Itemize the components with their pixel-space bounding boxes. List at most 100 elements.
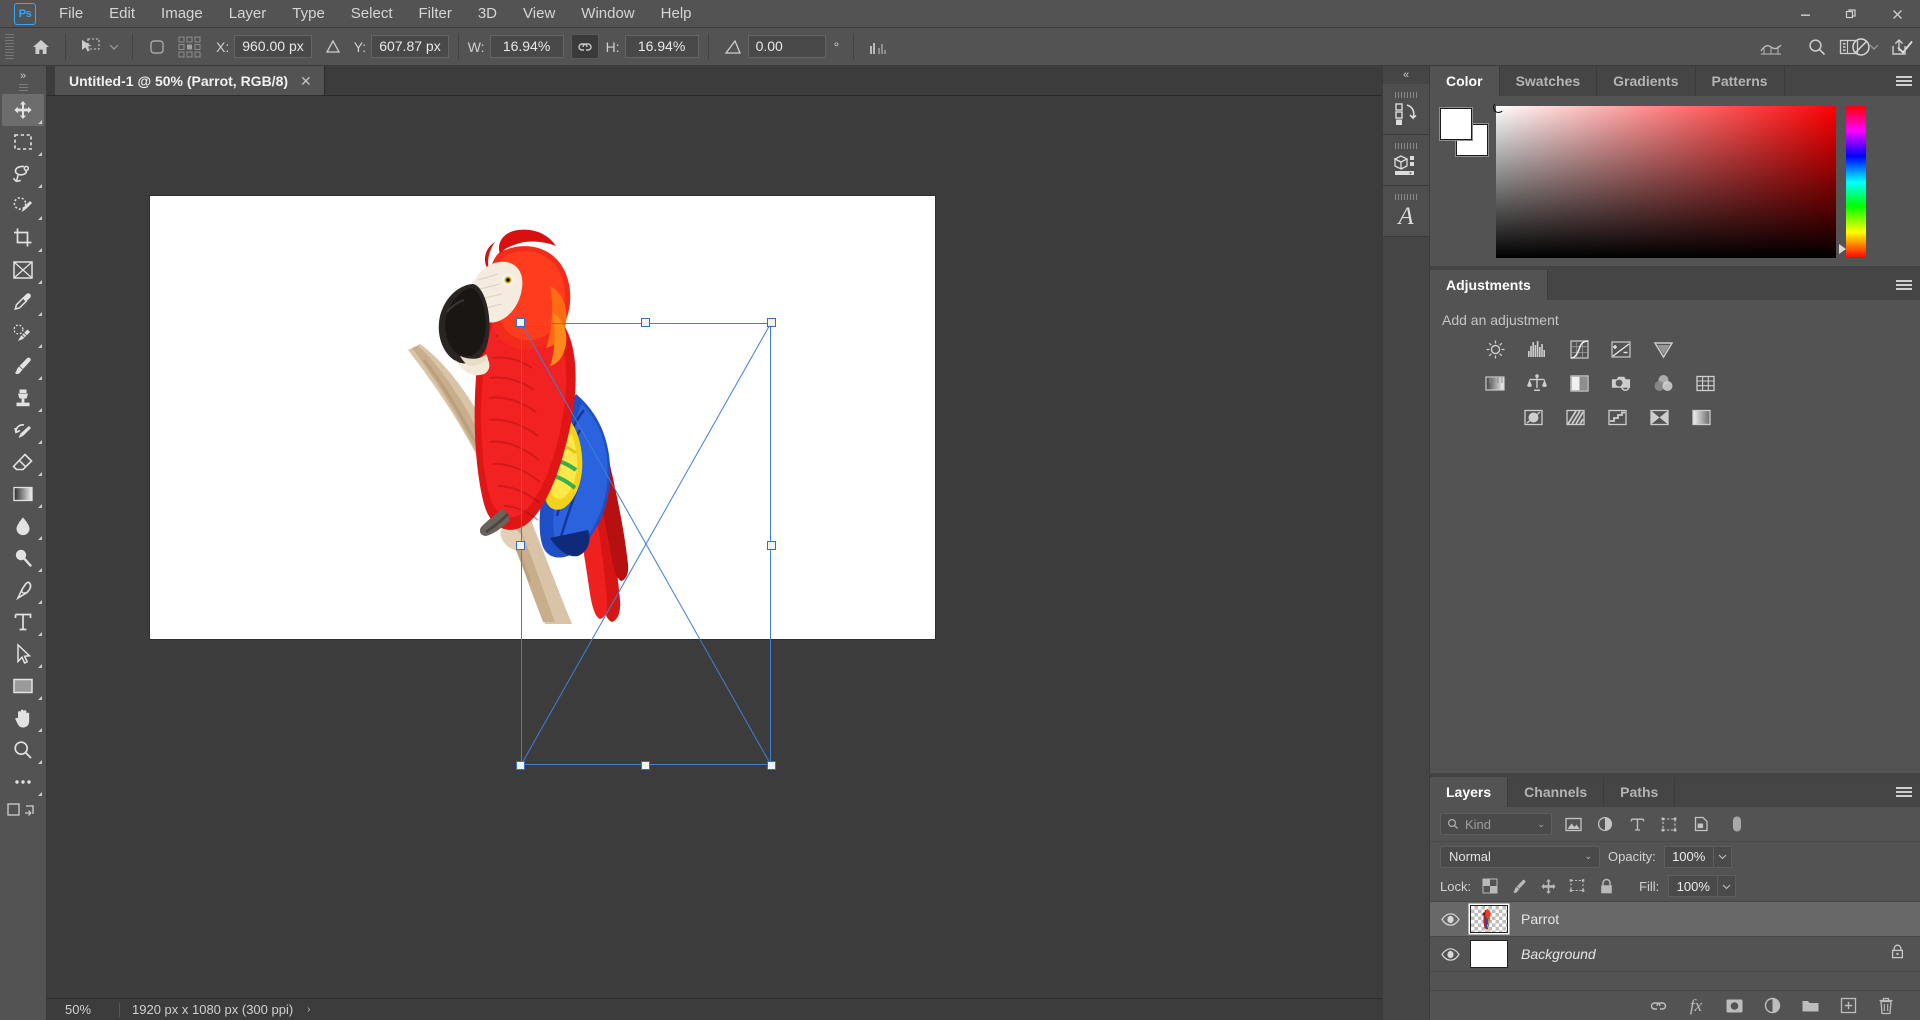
tab-layers[interactable]: Layers [1430,777,1508,807]
blur-tool[interactable] [2,510,44,542]
menu-help[interactable]: Help [648,1,705,26]
interpolation-icon[interactable] [863,33,893,61]
lock-transparent-pixels-icon[interactable] [1480,876,1500,896]
canvas-sheet[interactable] [150,196,935,639]
lock-artboard-nesting-icon[interactable] [1567,876,1587,896]
workspace-chevron-down-icon[interactable] [1866,33,1882,61]
canvas-viewport[interactable] [47,96,1382,998]
filter-shape-layers-icon[interactable] [1658,813,1680,835]
transform-handle-bottom-center[interactable] [641,761,650,770]
tab-patterns[interactable]: Patterns [1696,66,1785,96]
chevron-down-icon[interactable]: ⌄ [1584,851,1592,862]
brush-tool[interactable] [2,350,44,382]
options-bar-grip[interactable] [5,34,14,60]
layer-filter-kind-select[interactable]: Kind ⌄ [1440,813,1552,835]
posterize-icon[interactable] [1564,406,1586,428]
menu-window[interactable]: Window [568,1,647,26]
lock-all-icon[interactable] [1596,876,1616,896]
new-layer-icon[interactable] [1838,996,1858,1016]
home-icon[interactable] [26,33,56,61]
filter-type-layers-icon[interactable] [1626,813,1648,835]
transform-handle-middle-right[interactable] [767,541,776,550]
dodge-tool[interactable] [2,542,44,574]
tab-gradients[interactable]: Gradients [1597,66,1695,96]
layer-style-fx-icon[interactable]: fx [1686,996,1706,1016]
libraries-panel-icon[interactable] [1383,135,1429,186]
share-icon[interactable] [1884,33,1914,61]
hue-slider-knob[interactable] [1839,244,1846,254]
menu-3d[interactable]: 3D [465,1,510,26]
gradient-tool[interactable] [2,478,44,510]
chevron-down-icon[interactable]: ⌄ [1537,819,1545,830]
blend-mode-select[interactable]: Normal ⌄ [1440,846,1600,868]
panel-menu-icon[interactable] [1896,777,1912,807]
tab-paths[interactable]: Paths [1604,777,1675,807]
hue-saturation-icon[interactable] [1484,372,1506,394]
workspace-switcher-icon[interactable] [1834,33,1864,61]
path-selection-tool[interactable] [2,638,44,670]
layer-row[interactable]: Background [1430,937,1920,972]
opacity-input[interactable]: 100% [1664,846,1714,868]
menu-file[interactable]: File [46,1,96,26]
gradient-map-icon[interactable] [1648,406,1670,428]
delete-layer-icon[interactable] [1876,996,1896,1016]
tool-preset-chevron-down-icon[interactable] [105,33,123,61]
color-lookup-icon[interactable] [1694,372,1716,394]
rectangular-marquee-tool[interactable] [2,126,44,158]
restore-button[interactable] [1828,0,1874,28]
width-input[interactable]: 16.94% [490,35,564,58]
transform-handle-bottom-left[interactable] [516,761,525,770]
filter-toggle-icon[interactable] [1726,813,1748,835]
move-tool-preset-icon[interactable] [75,33,105,61]
type-tool[interactable] [2,606,44,638]
menu-select[interactable]: Select [338,1,406,26]
minimize-button[interactable] [1782,0,1828,28]
threshold-icon[interactable] [1606,406,1628,428]
y-input[interactable]: 607.87 px [371,35,449,58]
dock-collapse-button[interactable]: « [1383,66,1429,84]
filter-smart-object-icon[interactable] [1690,813,1712,835]
photo-filter-icon[interactable] [1610,372,1632,394]
x-input[interactable]: 960.00 px [234,35,312,58]
foreground-color-swatch[interactable] [1440,108,1472,140]
link-chain-icon[interactable] [571,34,599,59]
frame-tool[interactable] [2,254,44,286]
quick-selection-tool[interactable] [2,190,44,222]
new-adjustment-layer-icon[interactable] [1762,996,1782,1016]
document-tab[interactable]: Untitled-1 @ 50% (Parrot, RGB/8) ✕ [55,66,325,95]
filter-adjustment-layers-icon[interactable] [1594,813,1616,835]
selective-color-icon[interactable] [1690,406,1712,428]
layer-row[interactable]: Parrot [1430,902,1920,937]
search-icon[interactable] [1802,33,1832,61]
character-panel-icon[interactable]: A [1383,186,1429,237]
exposure-icon[interactable] [1610,338,1632,360]
auto-select-icon[interactable] [142,33,172,61]
zoom-tool[interactable] [2,734,44,766]
fill-chevron-down-icon[interactable] [1718,875,1736,897]
layer-thumbnail[interactable] [1470,940,1508,968]
warp-mode-icon[interactable] [1756,33,1786,61]
tab-channels[interactable]: Channels [1508,777,1604,807]
toolbar-grip[interactable] [19,84,28,91]
add-layer-mask-icon[interactable] [1724,996,1744,1016]
color-balance-icon[interactable] [1526,372,1548,394]
filter-pixel-layers-icon[interactable] [1562,813,1584,835]
zoom-level[interactable]: 50% [47,1002,119,1017]
menu-layer[interactable]: Layer [216,1,280,26]
layer-visibility-toggle-icon[interactable] [1430,913,1470,926]
tab-color[interactable]: Color [1430,66,1500,96]
angle-input[interactable]: 0.00 [748,35,826,58]
menu-image[interactable]: Image [148,1,216,26]
lock-position-icon[interactable] [1538,876,1558,896]
tab-swatches[interactable]: Swatches [1500,66,1598,96]
hue-slider[interactable] [1846,106,1866,258]
black-white-icon[interactable] [1568,372,1590,394]
menu-type[interactable]: Type [279,1,338,26]
levels-icon[interactable] [1526,338,1548,360]
layer-name[interactable]: Parrot [1521,911,1559,927]
spot-healing-brush-tool[interactable] [2,318,44,350]
panel-menu-icon[interactable] [1896,270,1912,300]
reference-point-icon[interactable] [172,33,208,61]
transform-handle-bottom-right[interactable] [767,761,776,770]
move-tool[interactable] [2,94,44,126]
